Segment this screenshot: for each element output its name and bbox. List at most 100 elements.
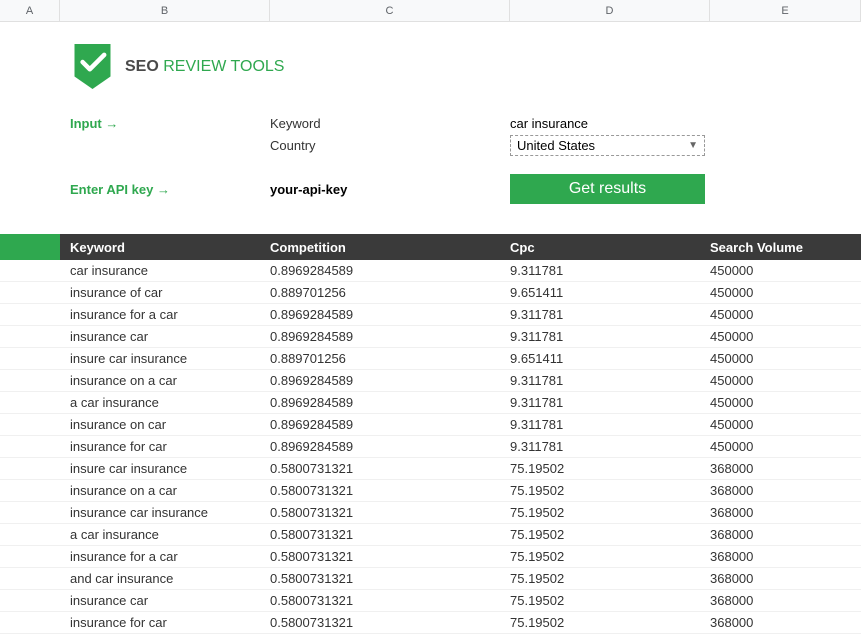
cell-keyword: insurance for car [60,439,270,454]
cell-cpc: 9.651411 [510,351,710,366]
chevron-down-icon: ▼ [688,140,698,151]
cell-volume: 450000 [710,417,861,432]
table-row[interactable]: a car insurance0.89692845899.31178145000… [0,392,861,414]
cell-cpc: 75.19502 [510,571,710,586]
cell-volume: 368000 [710,461,861,476]
logo-text-review: REVIEW TOOLS [159,58,285,75]
cell-competition: 0.5800731321 [270,549,510,564]
col-header-c[interactable]: C [270,0,510,21]
cell-volume: 368000 [710,615,861,630]
cell-competition: 0.8969284589 [270,329,510,344]
th-competition: Competition [270,240,510,255]
cell-keyword: insurance car insurance [60,505,270,520]
cell-volume: 368000 [710,549,861,564]
col-header-d[interactable]: D [510,0,710,21]
table-row[interactable]: insurance of car0.8897012569.65141145000… [0,282,861,304]
results-table-body: car insurance0.89692845899.311781450000i… [0,260,861,634]
cell-cpc: 9.311781 [510,395,710,410]
cell-competition: 0.5800731321 [270,461,510,476]
cell-keyword: insurance car [60,593,270,608]
cell-cpc: 9.651411 [510,285,710,300]
cell-keyword: insurance for a car [60,549,270,564]
cell-volume: 368000 [710,527,861,542]
cell-cpc: 75.19502 [510,527,710,542]
table-row[interactable]: insurance for a car0.89692845899.3117814… [0,304,861,326]
cell-cpc: 9.311781 [510,329,710,344]
cell-keyword: and car insurance [60,571,270,586]
keyword-label: Keyword [270,116,510,131]
table-row[interactable]: insurance for car0.89692845899.311781450… [0,436,861,458]
cell-volume: 368000 [710,593,861,608]
column-headers: A B C D E [0,0,861,22]
table-row[interactable]: insurance on a car0.580073132175.1950236… [0,480,861,502]
cell-keyword: insurance of car [60,285,270,300]
cell-competition: 0.5800731321 [270,571,510,586]
cell-keyword: a car insurance [60,527,270,542]
cell-competition: 0.889701256 [270,285,510,300]
table-row[interactable]: insurance on car0.89692845899.3117814500… [0,414,861,436]
cell-volume: 450000 [710,329,861,344]
table-row[interactable]: insure car insurance0.580073132175.19502… [0,458,861,480]
cell-competition: 0.8969284589 [270,417,510,432]
cell-keyword: insurance for a car [60,307,270,322]
table-row[interactable]: insure car insurance0.8897012569.6514114… [0,348,861,370]
api-key-value-cell[interactable]: your-api-key [270,182,510,197]
th-keyword: Keyword [60,240,270,255]
cell-competition: 0.5800731321 [270,527,510,542]
cell-volume: 450000 [710,285,861,300]
country-dropdown[interactable]: United States ▼ [510,135,705,156]
logo-text: SEO REVIEW TOOLS [125,58,284,76]
table-row[interactable]: insurance car0.580073132175.19502368000 [0,590,861,612]
cell-competition: 0.8969284589 [270,395,510,410]
get-results-button[interactable]: Get results [510,174,705,204]
cell-competition: 0.5800731321 [270,483,510,498]
country-label: Country [270,138,510,153]
cell-keyword: car insurance [60,263,270,278]
cell-volume: 368000 [710,505,861,520]
table-row[interactable]: car insurance0.89692845899.311781450000 [0,260,861,282]
table-row[interactable]: insurance car insurance0.580073132175.19… [0,502,861,524]
country-value: United States [517,138,595,153]
input-label: Input → [60,116,270,131]
cell-volume: 450000 [710,439,861,454]
cell-cpc: 9.311781 [510,417,710,432]
cell-volume: 450000 [710,307,861,322]
header-accent [0,234,60,260]
table-row[interactable]: insurance for a car0.580073132175.195023… [0,546,861,568]
cell-cpc: 75.19502 [510,593,710,608]
cell-cpc: 9.311781 [510,307,710,322]
cell-cpc: 9.311781 [510,373,710,388]
cell-keyword: insure car insurance [60,461,270,476]
cell-competition: 0.8969284589 [270,263,510,278]
cell-cpc: 9.311781 [510,439,710,454]
cell-keyword: insurance on car [60,417,270,432]
cell-competition: 0.5800731321 [270,593,510,608]
th-cpc: Cpc [510,240,710,255]
cell-competition: 0.8969284589 [270,373,510,388]
cell-competition: 0.8969284589 [270,307,510,322]
col-header-b[interactable]: B [60,0,270,21]
col-header-e[interactable]: E [710,0,861,21]
cell-volume: 368000 [710,571,861,586]
results-table-header: Keyword Competition Cpc Search Volume [0,234,861,260]
cell-keyword: insurance on a car [60,373,270,388]
table-row[interactable]: a car insurance0.580073132175.1950236800… [0,524,861,546]
cell-cpc: 75.19502 [510,615,710,630]
cell-volume: 450000 [710,351,861,366]
cell-cpc: 75.19502 [510,549,710,564]
table-row[interactable]: insurance car0.89692845899.311781450000 [0,326,861,348]
table-row[interactable]: insurance for car0.580073132175.19502368… [0,612,861,634]
api-key-label: Enter API key → [60,182,270,197]
cell-volume: 450000 [710,395,861,410]
table-row[interactable]: and car insurance0.580073132175.19502368… [0,568,861,590]
cell-volume: 450000 [710,373,861,388]
cell-competition: 0.5800731321 [270,615,510,630]
cell-competition: 0.5800731321 [270,505,510,520]
logo: SEO REVIEW TOOLS [0,22,861,112]
col-header-a[interactable]: A [0,0,60,21]
keyword-value-cell[interactable]: car insurance [510,116,710,131]
cell-keyword: a car insurance [60,395,270,410]
cell-keyword: insurance on a car [60,483,270,498]
table-row[interactable]: insurance on a car0.89692845899.31178145… [0,370,861,392]
logo-text-seo: SEO [125,58,159,75]
